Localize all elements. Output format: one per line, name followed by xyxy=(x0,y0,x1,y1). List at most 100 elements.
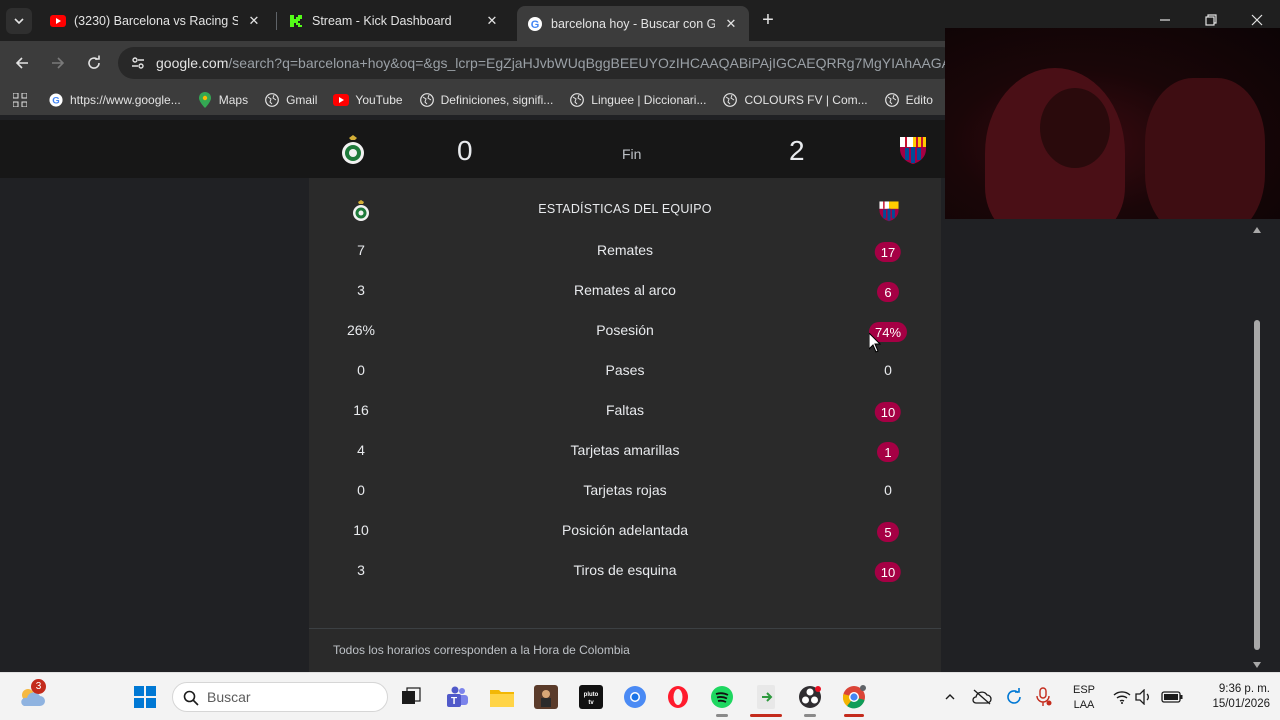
away-stat-pill: 6 xyxy=(877,282,899,302)
bookmark-label: COLOURS FV | Com... xyxy=(744,93,868,107)
bookmark-linguee[interactable]: Linguee | Diccionari... xyxy=(561,92,714,108)
stat-label: Posición adelantada xyxy=(561,522,689,538)
app-active-indicator xyxy=(750,714,782,717)
bookmark-colours[interactable]: COLOURS FV | Com... xyxy=(714,92,875,108)
team-stats-panel: ESTADÍSTICAS DEL EQUIPO 7 Remates 17 3 Remat… xyxy=(309,178,941,672)
stat-row: 7 Remates 17 xyxy=(309,238,941,262)
away-stat-pill: 5 xyxy=(877,522,899,542)
start-button[interactable] xyxy=(131,683,159,711)
chevron-up-icon xyxy=(945,694,955,700)
page-scrollbar[interactable] xyxy=(1250,225,1264,672)
chrome-app[interactable] xyxy=(840,683,868,711)
home-score: 0 xyxy=(457,135,473,166)
language-code: ESP xyxy=(1072,684,1095,696)
globe-icon xyxy=(722,92,738,108)
kick-studio-app[interactable] xyxy=(752,683,780,711)
bookmark-edito[interactable]: Edito xyxy=(876,92,941,108)
stat-label: Pases xyxy=(605,362,645,378)
clock-time: 9:36 p. m. xyxy=(1218,683,1270,695)
minimize-icon[interactable] xyxy=(1155,10,1175,30)
volume-tray[interactable] xyxy=(1130,683,1158,711)
svg-text:T: T xyxy=(451,696,457,707)
stat-label: Tarjetas amarillas xyxy=(570,442,680,458)
bookmark-label: Definiciones, signifi... xyxy=(440,93,554,107)
sync-tray[interactable] xyxy=(1000,683,1028,711)
task-view-button[interactable] xyxy=(397,683,425,711)
close-icon[interactable]: ✕ xyxy=(723,16,739,32)
apps-button[interactable] xyxy=(0,93,40,107)
away-score: 2 xyxy=(789,135,805,166)
obs-app[interactable] xyxy=(796,683,824,711)
scrollbar-thumb[interactable] xyxy=(1254,320,1260,650)
browser-toolbar: google.com/search?q=barcelona+hoy&oq=&gs… xyxy=(0,41,958,85)
obs-icon xyxy=(799,686,821,708)
back-button[interactable] xyxy=(10,51,34,75)
webcam-face xyxy=(1040,88,1110,168)
svg-text:tv: tv xyxy=(588,700,594,706)
pluto-tv-app[interactable]: pluto tv xyxy=(577,683,605,711)
search-icon xyxy=(183,690,199,706)
tab-search-button[interactable] xyxy=(6,8,32,34)
scroll-up-icon[interactable] xyxy=(1253,227,1261,233)
bookmark-definiciones[interactable]: Definiciones, signifi... xyxy=(411,92,562,108)
input-language[interactable]: ESP LAA xyxy=(1066,683,1102,713)
webcam-overlay xyxy=(945,28,1280,219)
tab-google-search[interactable]: G barcelona hoy - Buscar con Goo ✕ xyxy=(517,6,749,41)
opera-icon xyxy=(668,686,688,708)
opera-app[interactable] xyxy=(664,683,692,711)
close-icon[interactable]: ✕ xyxy=(246,13,262,29)
match-scoreboard[interactable]: 0 Fin 2 xyxy=(0,120,945,178)
chrome-icon xyxy=(842,685,866,709)
globe-icon xyxy=(569,92,585,108)
tab-kick[interactable]: Stream - Kick Dashboard ✕ xyxy=(278,6,510,35)
teams-icon: T xyxy=(447,686,468,707)
speaker-icon xyxy=(1135,689,1149,705)
file-explorer-app[interactable] xyxy=(488,683,516,711)
tab-youtube[interactable]: (3230) Barcelona vs Racing Sant ✕ xyxy=(40,6,272,35)
taskbar-search[interactable]: Buscar xyxy=(172,682,388,712)
timezone-note: Todos los horarios corresponden a la Hor… xyxy=(309,628,941,672)
stat-label: Faltas xyxy=(605,402,645,418)
close-icon[interactable]: ✕ xyxy=(484,13,500,29)
away-stat-pill: 10 xyxy=(874,562,902,582)
teams-app[interactable]: T xyxy=(443,683,471,711)
windows-taskbar: 3 Buscar T pluto tv ESP LAA 9:36 p. m. 1… xyxy=(0,672,1280,720)
new-tab-button[interactable]: + xyxy=(758,10,778,30)
game-app[interactable] xyxy=(532,683,560,711)
reload-button[interactable] xyxy=(82,51,106,75)
close-window-icon[interactable] xyxy=(1247,10,1267,30)
stat-row: 16 Faltas 10 xyxy=(309,398,941,422)
battery-tray[interactable] xyxy=(1158,683,1186,711)
bookmark-maps[interactable]: Maps xyxy=(189,92,256,108)
folder-icon xyxy=(490,690,514,707)
weather-widget[interactable]: 3 xyxy=(18,679,46,711)
fc-barcelona-crest-icon xyxy=(900,137,926,164)
stat-row: 3 Remates al arco 6 xyxy=(309,278,941,302)
show-hidden-icons-button[interactable] xyxy=(936,683,964,711)
restore-icon[interactable] xyxy=(1201,10,1221,30)
bookmark-youtube[interactable]: YouTube xyxy=(325,92,410,108)
away-stat-value: 0 xyxy=(884,482,892,498)
forward-button[interactable] xyxy=(46,51,70,75)
app-running-indicator xyxy=(804,714,816,717)
address-bar[interactable]: google.com/search?q=barcelona+hoy&oq=&gs… xyxy=(118,47,958,79)
stat-label: Posesión xyxy=(596,322,654,338)
site-info-icon[interactable] xyxy=(130,55,146,71)
stat-row: 10 Posición adelantada 5 xyxy=(309,518,941,542)
windows-logo-icon xyxy=(134,686,156,708)
tab-title: Stream - Kick Dashboard xyxy=(312,13,452,28)
spotify-app[interactable] xyxy=(708,683,736,711)
system-clock[interactable]: 9:36 p. m. 15/01/2026 xyxy=(1190,682,1270,712)
pluto-tv-icon: pluto tv xyxy=(579,685,603,709)
scroll-down-icon[interactable] xyxy=(1253,662,1261,668)
arrow-left-icon xyxy=(15,57,28,69)
chromium-app[interactable] xyxy=(621,683,649,711)
away-stat-pill: 17 xyxy=(874,242,902,262)
svg-text:G: G xyxy=(531,19,540,31)
bookmark-gmail[interactable]: Gmail xyxy=(256,92,325,108)
microphone-tray[interactable] xyxy=(1030,683,1058,711)
onedrive-tray[interactable] xyxy=(968,683,996,711)
bookmark-label: Edito xyxy=(905,93,933,107)
globe-icon xyxy=(419,92,435,108)
bookmark-google[interactable]: G https://www.google... xyxy=(40,92,189,108)
